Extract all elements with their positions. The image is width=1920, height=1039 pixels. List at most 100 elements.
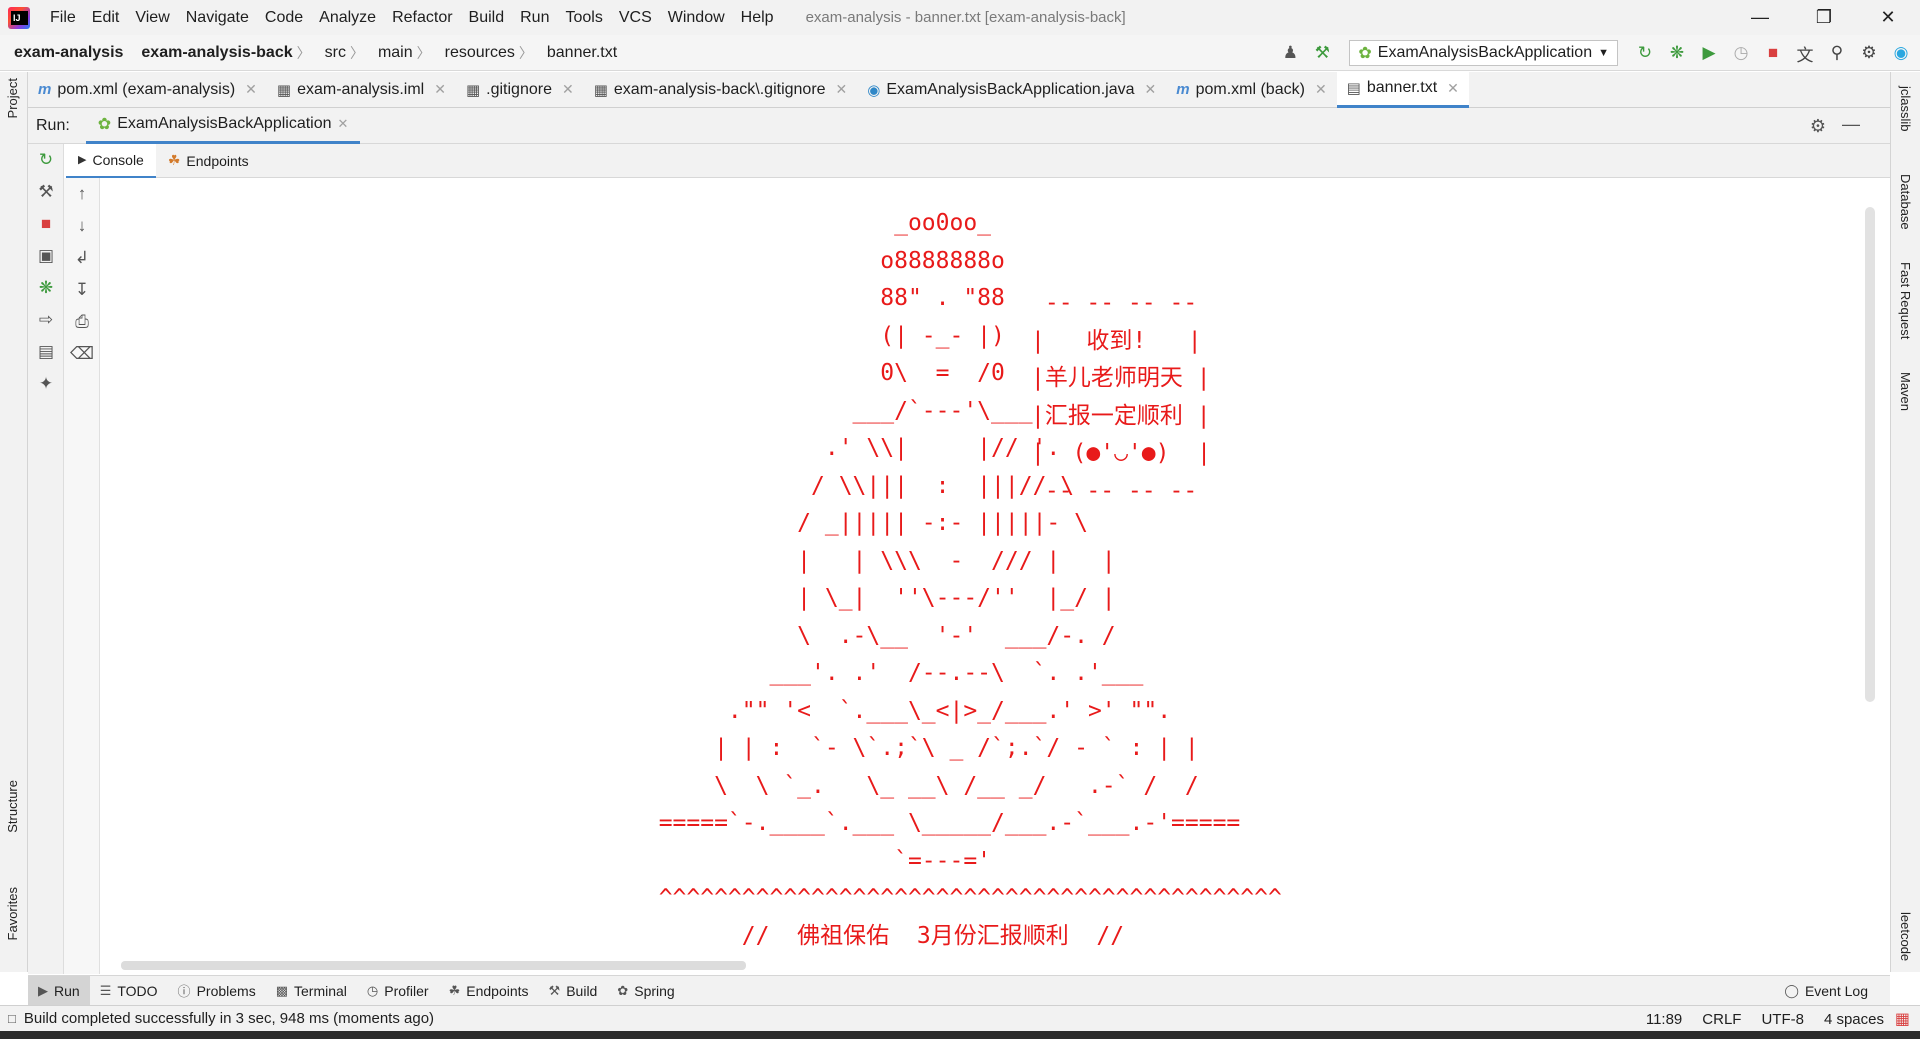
scroll-down-icon[interactable]: ↓	[64, 210, 100, 242]
caret-position[interactable]: 11:89	[1646, 1011, 1682, 1028]
problems-tool-button[interactable]: ⓘ Problems	[168, 976, 266, 1006]
search-icon[interactable]: ⚲	[1826, 42, 1848, 64]
menu-refactor[interactable]: Refactor	[384, 0, 460, 35]
tab-label: exam-analysis.iml	[297, 80, 425, 98]
user-icon[interactable]: ♟	[1279, 42, 1301, 64]
breadcrumb-resources[interactable]: resources	[431, 44, 519, 62]
scroll-to-end-icon[interactable]: ↧	[64, 274, 100, 306]
menu-view[interactable]: View	[127, 0, 177, 35]
profile-icon[interactable]: ◷	[1730, 42, 1752, 64]
breadcrumb-src[interactable]: src	[311, 44, 350, 62]
status-square-icon[interactable]: □	[8, 1011, 16, 1026]
layout-icon[interactable]: ▤	[28, 336, 64, 368]
tab-pom-back[interactable]: m pom.xml (back) ✕	[1166, 72, 1336, 108]
settings-gear-icon[interactable]: ⚙	[1858, 42, 1880, 64]
menu-file[interactable]: File	[42, 0, 84, 35]
tab-application-java[interactable]: ◉ ExamAnalysisBackApplication.java ✕	[857, 72, 1166, 108]
console-output[interactable]: _oo0oo_ o8888888o 88" . "88 (| -_- |) 0\…	[101, 179, 1881, 974]
print-icon[interactable]: ⎙	[64, 306, 100, 338]
fast-request-tool-button[interactable]: Fast Request	[1898, 262, 1913, 339]
spring-tool-button[interactable]: ✿ Spring	[607, 976, 684, 1006]
toolbox-icon[interactable]: ◉	[1890, 42, 1912, 64]
rerun-icon[interactable]: ↻	[28, 144, 64, 176]
favorites-tool-button[interactable]: Favorites	[5, 887, 20, 940]
translate-icon[interactable]: 文	[1794, 42, 1816, 65]
tab-back-gitignore[interactable]: ▦ exam-analysis-back\.gitignore ✕	[584, 72, 858, 108]
run-configuration-select[interactable]: ✿ ExamAnalysisBackApplication ▼	[1349, 40, 1618, 66]
text-file-icon: ▤	[1346, 80, 1361, 97]
file-encoding[interactable]: UTF-8	[1761, 1011, 1804, 1028]
menu-tools[interactable]: Tools	[557, 0, 610, 35]
event-log-button[interactable]: ◯ Event Log	[1774, 976, 1878, 1006]
tab-endpoints[interactable]: ☘ Endpoints	[156, 144, 261, 178]
restore-button[interactable]: ❐	[1792, 0, 1856, 35]
database-tool-button[interactable]: Database	[1898, 174, 1913, 230]
coverage-icon[interactable]: ▶	[1698, 42, 1720, 64]
profiler-tool-button[interactable]: ◷ Profiler	[357, 976, 439, 1006]
leetcode-tool-button[interactable]: leetcode	[1898, 912, 1913, 961]
breadcrumb-project[interactable]: exam-analysis	[0, 44, 127, 62]
tab-banner-txt[interactable]: ▤ banner.txt ✕	[1336, 71, 1469, 108]
menu-help[interactable]: Help	[733, 0, 782, 35]
breadcrumb-main[interactable]: main	[364, 44, 417, 62]
hide-panel-icon[interactable]: —	[1842, 114, 1860, 135]
rerun-icon[interactable]: ↻	[1634, 42, 1656, 64]
menu-vcs[interactable]: VCS	[611, 0, 660, 35]
build-hammer-icon[interactable]: ⚒	[1311, 42, 1333, 64]
structure-tool-button[interactable]: Structure	[5, 780, 20, 833]
menu-edit[interactable]: Edit	[84, 0, 128, 35]
breadcrumb-module[interactable]: exam-analysis-back	[127, 44, 296, 62]
tab-exam-analysis-iml[interactable]: ▦ exam-analysis.iml ✕	[267, 72, 456, 108]
breadcrumb-file[interactable]: banner.txt	[533, 44, 621, 62]
settings-gear-icon[interactable]: ⚙	[1810, 116, 1826, 137]
maven-tool-button[interactable]: Maven	[1898, 372, 1913, 411]
build-tool-button[interactable]: ⚒ Build	[539, 976, 608, 1006]
scroll-up-icon[interactable]: ↑	[64, 178, 100, 210]
menu-navigate[interactable]: Navigate	[178, 0, 257, 35]
tab-pom-exam-analysis[interactable]: m pom.xml (exam-analysis) ✕	[28, 72, 267, 108]
gitignore-file-icon: ▦	[465, 81, 481, 99]
debug-bug-icon[interactable]: ❋	[1666, 42, 1688, 64]
project-tool-button[interactable]: Project	[5, 78, 20, 118]
close-tab-icon[interactable]: ✕	[1447, 80, 1459, 97]
wrench-icon[interactable]: ⚒	[28, 176, 64, 208]
close-tab-icon[interactable]: ✕	[434, 81, 446, 98]
menu-build[interactable]: Build	[461, 0, 513, 35]
run-tab-application[interactable]: ✿ ExamAnalysisBackApplication ✕	[85, 108, 361, 144]
dropdown-arrow-icon: ▼	[1598, 47, 1609, 59]
menu-code[interactable]: Code	[257, 0, 311, 35]
terminal-icon: ▩	[275, 982, 288, 998]
login-icon[interactable]: ⇨	[28, 304, 64, 336]
terminal-tool-button[interactable]: ▩ Terminal	[266, 976, 357, 1006]
close-tab-icon[interactable]: ✕	[1145, 81, 1157, 98]
horizontal-scrollbar[interactable]	[121, 961, 746, 970]
close-window-button[interactable]: ✕	[1856, 0, 1920, 35]
close-tab-icon[interactable]: ✕	[1315, 81, 1327, 98]
close-tab-icon[interactable]: ✕	[245, 81, 257, 98]
menu-window[interactable]: Window	[660, 0, 733, 35]
stop-icon[interactable]: ■	[28, 208, 64, 240]
close-tab-icon[interactable]: ✕	[562, 81, 574, 98]
menu-run[interactable]: Run	[512, 0, 557, 35]
indent-setting[interactable]: 4 spaces	[1824, 1011, 1884, 1028]
vertical-scrollbar[interactable]	[1865, 207, 1875, 702]
jclasslib-tool-button[interactable]: jclasslib	[1898, 86, 1913, 132]
close-tab-icon[interactable]: ✕	[836, 81, 848, 98]
run-tool-button[interactable]: ▶ Run	[28, 975, 90, 1006]
soft-wrap-icon[interactable]: ↲	[64, 242, 100, 274]
minimize-button[interactable]: —	[1728, 0, 1792, 35]
camera-icon[interactable]: ▣	[28, 240, 64, 272]
pin-icon[interactable]: ✦	[28, 368, 64, 400]
run-panel-label: Run:	[36, 116, 70, 134]
endpoints-tool-button[interactable]: ☘ Endpoints	[439, 976, 539, 1006]
tab-gitignore[interactable]: ▦ .gitignore ✕	[456, 72, 584, 108]
debug-bug-icon[interactable]: ❋	[28, 272, 64, 304]
stop-icon[interactable]: ■	[1762, 42, 1784, 64]
line-separator[interactable]: CRLF	[1702, 1011, 1741, 1028]
close-tab-icon[interactable]: ✕	[338, 116, 349, 132]
tab-console[interactable]: ▶ Console	[66, 143, 156, 178]
trash-icon[interactable]: ⌫	[64, 338, 100, 370]
status-message[interactable]: Build completed successfully in 3 sec, 9…	[24, 1010, 434, 1027]
todo-tool-button[interactable]: ☰ TODO	[90, 976, 168, 1006]
menu-analyze[interactable]: Analyze	[311, 0, 384, 35]
